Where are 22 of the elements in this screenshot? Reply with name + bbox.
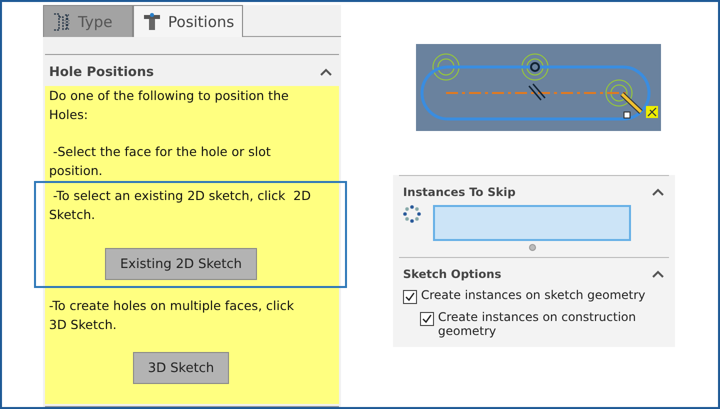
help-text: Do one of the following to position the Holes: <box>49 87 290 124</box>
option-label: Create instances on construction geometry <box>438 310 637 338</box>
instances-icon <box>403 205 421 223</box>
hole-type-icon <box>52 12 72 32</box>
sketch-button[interactable]: Existing 2D Sketch <box>105 248 257 280</box>
sketch-button[interactable]: 3D Sketch <box>132 352 230 384</box>
collapse-caret-icon[interactable] <box>651 268 665 280</box>
checkbox[interactable] <box>403 290 417 304</box>
section-title: Sketch Options <box>403 267 502 281</box>
collapse-caret-icon[interactable] <box>319 67 333 78</box>
hole-position-icon <box>142 12 162 32</box>
resize-handle-icon[interactable] <box>528 244 536 251</box>
help-text: -To create holes on multiple faces, click 3D Sketch. <box>49 297 295 334</box>
checkbox[interactable] <box>420 312 434 326</box>
section-title: Hole Positions <box>49 65 154 80</box>
help-text: -Select the face for the hole or slot position. <box>49 143 272 180</box>
section-title: Instances To Skip <box>403 185 516 199</box>
collapse-caret-icon[interactable] <box>651 186 665 198</box>
instances-list-field[interactable] <box>433 205 631 241</box>
tab[interactable]: Positions <box>133 5 244 37</box>
option-label: Create instances on sketch geometry <box>421 288 646 302</box>
help-text: -To select an existing 2D sketch, click 2D Sketch. <box>49 187 312 224</box>
